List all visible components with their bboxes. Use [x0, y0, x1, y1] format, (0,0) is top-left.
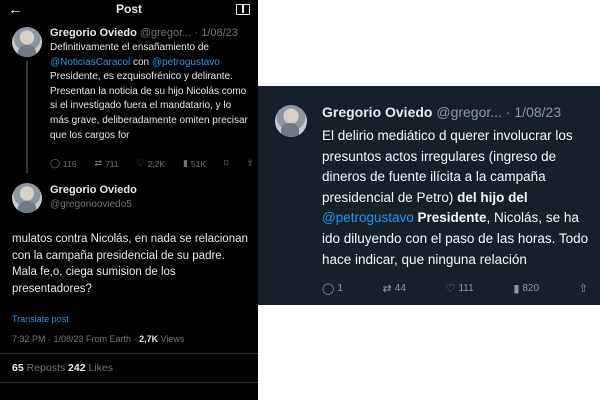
reposts-label[interactable]: Reposts [24, 362, 68, 374]
mention-link[interactable]: @NoticiasCaracol [50, 57, 130, 68]
left-post-panel: ← Post Gregorio Oviedo @gregor... · 1/08… [0, 0, 258, 400]
post-actions: ◯ 1 ⇄ 44 ♡ 111 ▮ 820 ⇧ [322, 282, 588, 295]
author-name[interactable]: Gregorio Oviedo [50, 184, 137, 196]
page-title: Post [115, 2, 142, 16]
likes-count[interactable]: 242 [68, 362, 86, 374]
post-header: Gregorio Oviedo @gregor... · 1/08/23 [50, 27, 238, 39]
like-icon: ♡ [445, 283, 456, 295]
avatar[interactable] [275, 105, 307, 137]
avatar[interactable] [12, 27, 42, 57]
post-text-part: con [130, 56, 152, 68]
bold-text: del hijo del [457, 189, 528, 205]
top-bar: ← Post [0, 0, 258, 24]
reply-icon: ◯ [50, 158, 61, 168]
share-button[interactable]: ⇧ [579, 282, 588, 295]
like-icon: ♡ [136, 158, 145, 168]
repost-button[interactable]: ⇄ 44 [383, 282, 406, 295]
repost-icon: ⇄ [94, 158, 103, 168]
like-count: 2,2K [147, 158, 166, 169]
views-count: 51K [190, 158, 207, 169]
bookmark-button[interactable]: ⌑ [224, 158, 229, 169]
views-button[interactable]: ▮ 820 [513, 282, 539, 295]
separator-dot: · [194, 27, 199, 39]
repost-count: 711 [105, 158, 119, 169]
views-label: Views [158, 334, 185, 344]
share-icon: ⇧ [246, 158, 254, 168]
post-timestamp[interactable]: 7:32 PM · 1/08/23 From Earth · [12, 334, 139, 344]
bold-text: Presidente [413, 210, 487, 226]
post-actions: ◯ 116 ⇄ 711 ♡ 2,2K ▮ 51K ⌑ ⇧ [50, 158, 254, 169]
author-handle[interactable]: @gregor... [436, 104, 502, 120]
author-name[interactable]: Gregorio Oviedo [322, 104, 432, 120]
author-handle[interactable]: @gregor... [140, 27, 192, 39]
views-icon: ▮ [513, 283, 520, 295]
author-handle[interactable]: @gregoriooviedo5 [50, 199, 132, 210]
like-button[interactable]: ♡ 111 [446, 282, 474, 295]
author-name[interactable]: Gregorio Oviedo [50, 27, 137, 39]
reposts-count[interactable]: 65 [12, 362, 24, 374]
likes-label[interactable]: Likes [86, 362, 113, 374]
translate-link[interactable]: Translate post [12, 314, 69, 324]
separator-dot: · [505, 104, 511, 120]
divider [0, 382, 258, 383]
post-text: El delirio mediático d querer involucrar… [322, 126, 594, 270]
post-text-part: Definitivamente el ensañamiento de [50, 42, 209, 53]
right-post-panel: Gregorio Oviedo @gregor... · 1/08/23 El … [258, 86, 600, 305]
divider [0, 353, 258, 354]
post-meta: 7:32 PM · 1/08/23 From Earth · 2,7K View… [12, 334, 184, 344]
bookmark-icon: ⌑ [223, 158, 229, 168]
repost-icon: ⇄ [382, 283, 392, 295]
thread-line [26, 61, 28, 173]
views-total: 2,7K [139, 334, 159, 344]
reply-count: 116 [63, 158, 77, 169]
reply-button[interactable]: ◯ 116 [50, 158, 77, 169]
share-icon: ⇧ [578, 283, 588, 295]
views-icon: ▮ [182, 158, 188, 168]
share-button[interactable]: ⇧ [246, 158, 254, 169]
reply-count: 1 [337, 283, 343, 294]
avatar[interactable] [12, 183, 42, 213]
views-button[interactable]: ▮ 51K [183, 158, 206, 169]
post-text-part: El delirio mediático d querer involucrar… [322, 128, 573, 205]
repost-count: 44 [394, 283, 406, 294]
mention-link[interactable]: @petrogustavo [152, 57, 220, 68]
post-text: Definitivamente el ensañamiento de @Noti… [50, 41, 252, 143]
post-text: mulatos contra Nicolás, en nada se relac… [12, 233, 248, 295]
reply-icon: ◯ [322, 283, 335, 295]
post-date[interactable]: 1/08/23 [201, 27, 238, 39]
views-count: 820 [522, 283, 540, 294]
post-text-part: Presidente, es ezquisofrénico y delirant… [50, 71, 248, 141]
engagement-stats: 65 Reposts 242 Likes [12, 362, 113, 374]
reply-button[interactable]: ◯ 1 [322, 282, 343, 295]
post-date[interactable]: 1/08/23 [514, 104, 561, 120]
reader-mode-icon[interactable] [236, 4, 250, 15]
like-count: 111 [458, 283, 474, 294]
post-header: Gregorio Oviedo @gregor... · 1/08/23 [322, 104, 561, 120]
repost-button[interactable]: ⇄ 711 [95, 158, 119, 169]
mention-link[interactable]: @petrogustavo [322, 210, 414, 225]
like-button[interactable]: ♡ 2,2K [137, 158, 166, 169]
